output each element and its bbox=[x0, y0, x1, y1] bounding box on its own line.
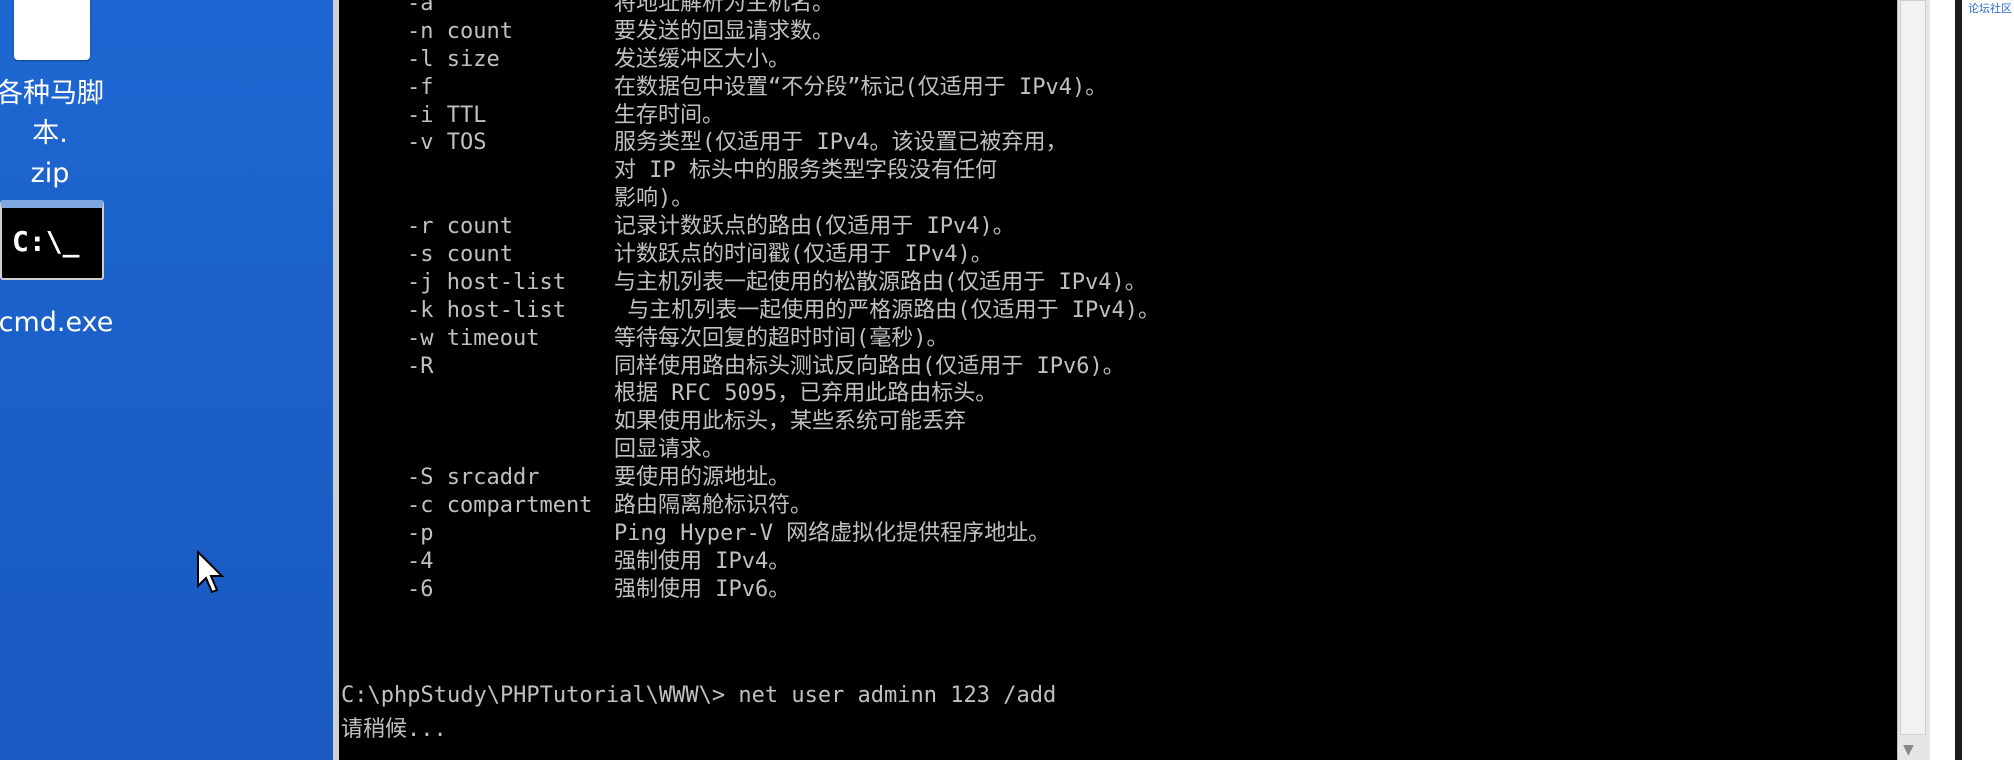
console-line: -j host-list 与主机列表一起使用的松散源路由(仅适用于 IPv4)。 bbox=[347, 269, 1930, 297]
scroll-down-arrow-icon[interactable]: ▼ bbox=[1903, 742, 1914, 758]
option-flag: -v TOS bbox=[407, 130, 487, 156]
window-border bbox=[1955, 0, 1962, 760]
console-window[interactable]: -a 将地址解析为主机名。 -n count 要发送的回显请求数。 -l size 发送缓… bbox=[333, 0, 1930, 760]
option-description: 对 IP 标头中的服务类型字段没有任何 bbox=[614, 158, 997, 184]
console-line: -n count 要发送的回显请求数。 bbox=[347, 18, 1930, 46]
option-flag: -a bbox=[407, 0, 434, 16]
console-line: -s count 计数跃点的时间戳(仅适用于 IPv4)。 bbox=[347, 241, 1930, 269]
console-line: -R 同样使用路由标头测试反向路由(仅适用于 IPv6)。 bbox=[347, 353, 1930, 381]
option-flag: -w timeout bbox=[407, 325, 540, 351]
console-line: -i TTL 生存时间。 bbox=[347, 102, 1930, 130]
option-flag: -f bbox=[407, 74, 434, 100]
console-line: -6 强制使用 IPv6。 bbox=[347, 576, 1930, 604]
option-flag: -6 bbox=[407, 576, 434, 602]
console-line: -f 在数据包中设置“不分段”标记(仅适用于 IPv4)。 bbox=[347, 74, 1930, 102]
option-description: 根据 RFC 5095，已弃用此路由标头。 bbox=[614, 381, 998, 407]
option-description: 强制使用 IPv6。 bbox=[614, 576, 791, 602]
adjacent-window-strip bbox=[1930, 0, 2014, 760]
console-line: -4 强制使用 IPv4。 bbox=[347, 548, 1930, 576]
console-line: -S srcaddr 要使用的源地址。 bbox=[347, 464, 1930, 492]
scrollbar-thumb[interactable] bbox=[1900, 0, 1926, 735]
option-flag: -4 bbox=[407, 548, 434, 574]
ping-help-output: -a 将地址解析为主机名。 -n count 要发送的回显请求数。 -l size 发送缓… bbox=[347, 0, 1930, 604]
desktop-icon-cmd[interactable]: C:\_ cmd.exe bbox=[0, 0, 120, 350]
console-line: -c compartment 路由隔离舱标识符。 bbox=[347, 492, 1930, 520]
option-description: 将地址解析为主机名。 bbox=[614, 0, 835, 16]
desktop-icon-label: cmd.exe bbox=[0, 307, 114, 338]
option-description: 要使用的源地址。 bbox=[614, 465, 791, 491]
mouse-cursor-icon bbox=[197, 550, 224, 594]
option-flag: -S srcaddr bbox=[407, 465, 540, 491]
console-line: 回显请求。 bbox=[347, 436, 1930, 464]
option-description: Ping Hyper-V 网络虚拟化提供程序地址。 bbox=[614, 520, 1051, 546]
option-description: 回显请求。 bbox=[614, 437, 725, 463]
console-line: 根据 RFC 5095，已弃用此路由标头。 bbox=[347, 380, 1930, 408]
option-description: 记录计数跃点的路由(仅适用于 IPv4)。 bbox=[614, 214, 1015, 240]
option-description: 与主机列表一起使用的松散源路由(仅适用于 IPv4)。 bbox=[614, 269, 1147, 295]
option-description: 同样使用路由标头测试反向路由(仅适用于 IPv6)。 bbox=[614, 353, 1125, 379]
option-description: 服务类型(仅适用于 IPv4。该设置已被弃用， bbox=[614, 130, 1068, 156]
option-description: 要发送的回显请求数。 bbox=[614, 18, 835, 44]
command-status-line: 请稍候... bbox=[341, 717, 447, 742]
option-flag: -s count bbox=[407, 242, 513, 268]
console-line: -k host-list 与主机列表一起使用的严格源路由(仅适用于 IPv4)。 bbox=[347, 297, 1930, 325]
console-line: -w timeout 等待每次回复的超时时间(毫秒)。 bbox=[347, 325, 1930, 353]
console-line: -l size 发送缓冲区大小。 bbox=[347, 46, 1930, 74]
option-flag: -c compartment bbox=[407, 493, 593, 519]
option-flag: -l size bbox=[407, 46, 500, 72]
option-flag: -R bbox=[407, 353, 434, 379]
option-description: 与主机列表一起使用的严格源路由(仅适用于 IPv4)。 bbox=[614, 297, 1160, 323]
option-description: 在数据包中设置“不分段”标记(仅适用于 IPv4)。 bbox=[614, 74, 1108, 100]
option-description: 生存时间。 bbox=[614, 102, 725, 128]
console-line: 对 IP 标头中的服务类型字段没有任何 bbox=[347, 157, 1930, 185]
option-flag: -r count bbox=[407, 214, 513, 240]
console-line: -p Ping Hyper-V 网络虚拟化提供程序地址。 bbox=[347, 520, 1930, 548]
option-description: 发送缓冲区大小。 bbox=[614, 46, 791, 72]
option-description: 如果使用此标头，某些系统可能丢弃 bbox=[614, 409, 967, 435]
console-line: -r count 记录计数跃点的路由(仅适用于 IPv4)。 bbox=[347, 213, 1930, 241]
option-description: 计数跃点的时间戳(仅适用于 IPv4)。 bbox=[614, 242, 993, 268]
option-flag: -p bbox=[407, 520, 434, 546]
desktop-background: 各种马脚本. zip C:\_ cmd.exe bbox=[0, 0, 333, 760]
cmd-icon-text: C:\_ bbox=[12, 225, 80, 258]
option-description: 强制使用 IPv4。 bbox=[614, 548, 791, 574]
option-flag: -n count bbox=[407, 18, 513, 44]
option-description: 路由隔离舱标识符。 bbox=[614, 493, 813, 519]
option-flag: -i TTL bbox=[407, 102, 487, 128]
option-description: 影响)。 bbox=[614, 186, 694, 212]
option-flag: -k host-list bbox=[407, 297, 566, 323]
console-line: -a 将地址解析为主机名。 bbox=[347, 0, 1930, 18]
corner-link[interactable]: 论坛社区 bbox=[1968, 0, 2012, 16]
console-line: 影响)。 bbox=[347, 185, 1930, 213]
command-prompt-line[interactable]: C:\phpStudy\PHPTutorial\WWW\> net user a… bbox=[341, 683, 1056, 708]
option-description: 等待每次回复的超时时间(毫秒)。 bbox=[614, 325, 949, 351]
console-line: 如果使用此标头，某些系统可能丢弃 bbox=[347, 408, 1930, 436]
cmd-icon: C:\_ bbox=[0, 200, 104, 280]
console-line: -v TOS 服务类型(仅适用于 IPv4。该设置已被弃用， bbox=[347, 129, 1930, 157]
option-flag: -j host-list bbox=[407, 269, 566, 295]
